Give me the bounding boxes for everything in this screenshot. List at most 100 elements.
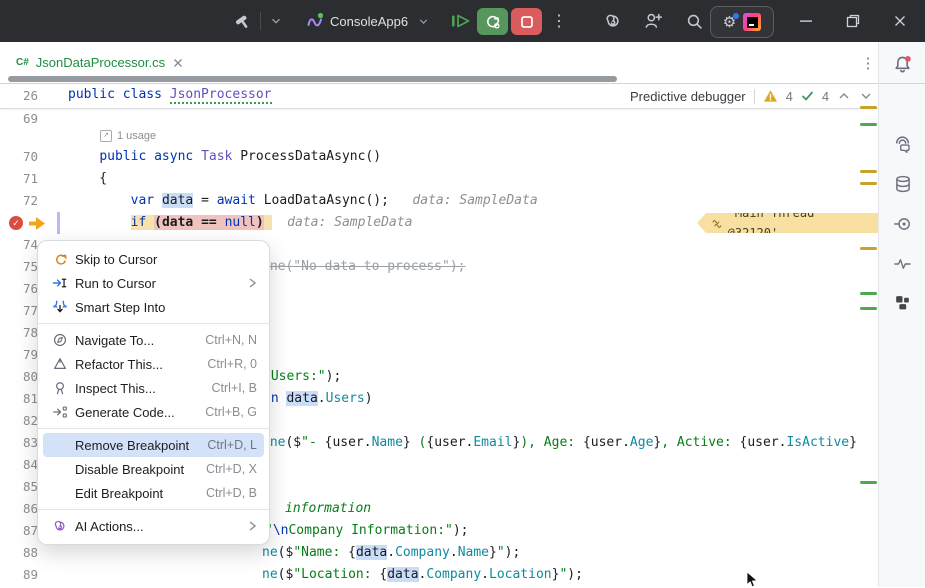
stripe-mark-warning[interactable]	[860, 106, 877, 109]
dotnet-project-icon	[304, 0, 326, 42]
usage-hint[interactable]: ↗ 1 usage	[100, 128, 156, 144]
settings-and-ide-pill[interactable]: ⚙	[710, 6, 774, 38]
code-text[interactable]: var data = await LoadDataAsync(); data: …	[68, 190, 538, 212]
debug-caret-bar	[57, 212, 60, 234]
restart-debugger-button[interactable]	[477, 8, 508, 35]
endpoints-target-icon[interactable]	[879, 210, 925, 238]
titlebar: ConsoleApp6 ⋮ ⚙	[0, 0, 925, 42]
skip-to-cursor-icon	[51, 250, 69, 268]
navigate-compass-icon	[51, 331, 69, 349]
mouse-cursor	[746, 572, 760, 588]
code-text[interactable]: information	[285, 498, 371, 520]
csharp-file-icon: C#	[16, 57, 29, 68]
dotcover-icon[interactable]	[879, 288, 925, 316]
ai-actions-icon	[51, 517, 69, 535]
close-window-button[interactable]	[888, 0, 912, 42]
sticky-line-panel: 26 public class JsonProcessor Predictive…	[0, 84, 878, 109]
stripe-mark-ok[interactable]	[860, 123, 877, 126]
restore-window-button[interactable]	[841, 0, 865, 42]
menu-item-skip-to-cursor[interactable]: Skip to Cursor	[43, 247, 264, 271]
sticky-line-code[interactable]: public class JsonProcessor	[68, 87, 272, 102]
menu-item-generate-code[interactable]: Generate Code... Ctrl+B, G	[43, 400, 264, 424]
warning-icon	[763, 89, 778, 103]
tab-close-icon[interactable]	[172, 57, 184, 69]
run-config-name[interactable]: ConsoleApp6	[330, 0, 414, 42]
divider	[754, 89, 755, 104]
titlebar-divider	[260, 12, 261, 30]
refactor-icon	[51, 355, 69, 373]
inspect-icon	[51, 379, 69, 397]
code-line-69: 69	[0, 108, 878, 130]
stripe-mark-warning[interactable]	[860, 170, 877, 173]
main-menu-chevron-icon[interactable]	[266, 0, 286, 42]
code-line-70: 70 public async Task ProcessDataAsync()	[0, 146, 878, 168]
menu-separator	[38, 509, 269, 510]
thread-icon	[711, 217, 723, 229]
horizontal-scrollbar-thumb[interactable]	[8, 76, 617, 82]
minimize-button[interactable]	[794, 0, 818, 42]
code-line-71: 71 {	[0, 168, 878, 190]
menu-item-navigate-to[interactable]: Navigate To... Ctrl+N, N	[43, 328, 264, 352]
database-icon[interactable]	[879, 170, 925, 198]
settings-gear-icon[interactable]: ⚙	[723, 15, 736, 30]
settings-notification-dot	[733, 13, 739, 19]
menu-separator	[38, 323, 269, 324]
menu-item-remove-breakpoint[interactable]: Remove Breakpoint Ctrl+D, L	[43, 433, 264, 457]
editor-context-menu: Skip to Cursor Run to Cursor Smart Step …	[37, 240, 270, 545]
ai-chat-radar-icon[interactable]	[879, 130, 925, 158]
menu-item-inspect-this[interactable]: Inspect This... Ctrl+I, B	[43, 376, 264, 400]
code-text[interactable]: public async Task ProcessDataAsync()	[68, 146, 381, 168]
more-actions-kebab-icon[interactable]: ⋮	[548, 0, 570, 42]
rider-ide-window: { "titlebar": { "project": "ConsoleApp6"…	[0, 0, 925, 587]
breakpoint-icon[interactable]: ✓	[9, 216, 23, 230]
menu-item-disable-breakpoint[interactable]: Disable Breakpoint Ctrl+D, X	[43, 457, 264, 481]
stripe-mark-ok[interactable]	[860, 307, 877, 310]
code-text[interactable]: if (data == null) data: SampleData	[68, 212, 412, 234]
code-text[interactable]: "Users:");	[263, 366, 341, 388]
stripe-mark-warning[interactable]	[860, 182, 877, 185]
menu-item-edit-breakpoint[interactable]: Edit Breakpoint Ctrl+D, B	[43, 481, 264, 505]
stripe-mark-ok[interactable]	[860, 481, 877, 484]
next-item-chevron-icon[interactable]	[859, 90, 873, 102]
usage-icon: ↗	[100, 130, 112, 142]
profiler-pulse-icon[interactable]	[879, 250, 925, 278]
sticky-line-number: 26	[0, 88, 38, 103]
check-icon	[801, 90, 814, 102]
code-text[interactable]: ne($"Location: {data.Company.Location}")…	[262, 564, 583, 586]
predictive-debugger-bar: Predictive debugger 4 4	[630, 84, 873, 108]
smart-step-into-icon	[51, 298, 69, 316]
code-text[interactable]: in data.Users)	[263, 388, 373, 410]
submenu-chevron-icon	[248, 520, 257, 532]
code-text[interactable]: "\nCompany Information:");	[265, 520, 469, 542]
run-config-chevron-icon[interactable]	[414, 0, 432, 42]
thread-badge[interactable]: 'Main Thread @32120'	[697, 213, 878, 233]
rider-logo	[743, 13, 761, 31]
resume-program-icon[interactable]	[446, 0, 474, 42]
strip-divider	[879, 83, 925, 84]
code-text[interactable]: ne($"Name: {data.Company.Name}");	[262, 542, 520, 564]
menu-item-refactor-this[interactable]: Refactor This... Ctrl+R, 0	[43, 352, 264, 376]
ai-assistant-icon[interactable]	[600, 0, 626, 42]
code-with-me-icon[interactable]	[640, 0, 666, 42]
right-tool-strip	[878, 42, 925, 587]
prev-item-chevron-icon[interactable]	[837, 90, 851, 102]
stripe-mark-warning[interactable]	[860, 247, 877, 250]
code-text[interactable]: ine($"- {user.Name} ({user.Email}), Age:…	[262, 432, 857, 454]
code-text[interactable]: ine("No data to process");	[262, 256, 466, 278]
tab-options-kebab-icon[interactable]: ⋮	[856, 42, 880, 83]
build-hammer-icon[interactable]	[228, 0, 254, 42]
menu-item-smart-step-into[interactable]: Smart Step Into	[43, 295, 264, 319]
code-text[interactable]: {	[68, 168, 107, 190]
code-line-73: ✓ if (data == null) data: SampleData 'Ma…	[0, 212, 878, 234]
passed-count: 4	[822, 89, 829, 104]
notifications-bell-icon[interactable]	[879, 50, 925, 78]
stop-button[interactable]	[511, 8, 542, 35]
code-line-72: 72 var data = await LoadDataAsync(); dat…	[0, 190, 878, 212]
search-everywhere-icon[interactable]	[681, 0, 707, 42]
stripe-mark-ok[interactable]	[860, 292, 877, 295]
submenu-chevron-icon	[248, 277, 257, 289]
code-line-88: 88 ne($"Name: {data.Company.Name}");	[0, 542, 878, 564]
menu-item-run-to-cursor[interactable]: Run to Cursor	[43, 271, 264, 295]
predictive-debugger-label: Predictive debugger	[630, 89, 746, 104]
menu-item-ai-actions[interactable]: AI Actions...	[43, 514, 264, 538]
